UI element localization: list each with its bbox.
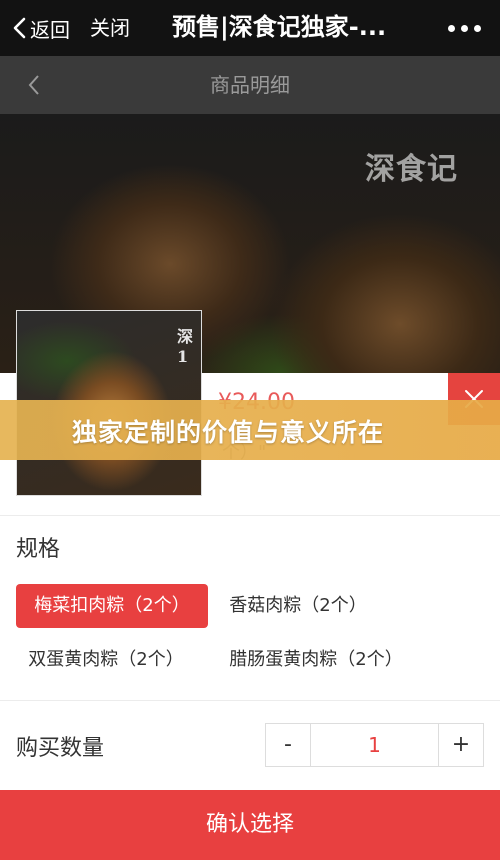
thumbnail-watermark: 深 1: [177, 327, 194, 366]
promo-banner-text: 独家定制的价值与意义所在: [72, 418, 385, 447]
quantity-section-title: 购买数量: [16, 736, 105, 761]
increment-button[interactable]: +: [439, 724, 483, 766]
quantity-stepper: - 1 +: [265, 723, 484, 767]
spec-option-lachang[interactable]: 腊肠蛋黄肉粽（2个）: [218, 638, 414, 682]
top-navigation-bar: 返回 关闭 预售|深食记独家-...: [0, 0, 500, 56]
decrement-button[interactable]: -: [266, 724, 310, 766]
divider: [0, 700, 500, 701]
quantity-input[interactable]: 1: [310, 724, 439, 766]
chevron-left-icon: [13, 17, 26, 39]
brand-watermark: 深食记: [365, 152, 458, 187]
spec-section-title: 规格: [16, 537, 61, 562]
back-button[interactable]: 返回: [12, 13, 70, 43]
close-link[interactable]: 关闭: [90, 13, 130, 43]
more-options-icon[interactable]: [448, 20, 488, 36]
product-detail-header: 商品明细: [0, 56, 500, 114]
spec-option-xianggu[interactable]: 香菇肉粽（2个）: [218, 584, 378, 628]
spec-option-shuangdan[interactable]: 双蛋黄肉粽（2个）: [16, 638, 196, 682]
page-title: 预售|深食记独家-...: [172, 13, 387, 41]
divider: [0, 515, 500, 516]
confirm-selection-button[interactable]: 确认选择: [0, 790, 500, 860]
product-detail-title: 商品明细: [210, 73, 290, 97]
promo-banner: 独家定制的价值与意义所在: [0, 400, 500, 460]
back-label: 返回: [30, 17, 70, 42]
spec-option-meicai[interactable]: 梅菜扣肉粽（2个）: [16, 584, 208, 628]
